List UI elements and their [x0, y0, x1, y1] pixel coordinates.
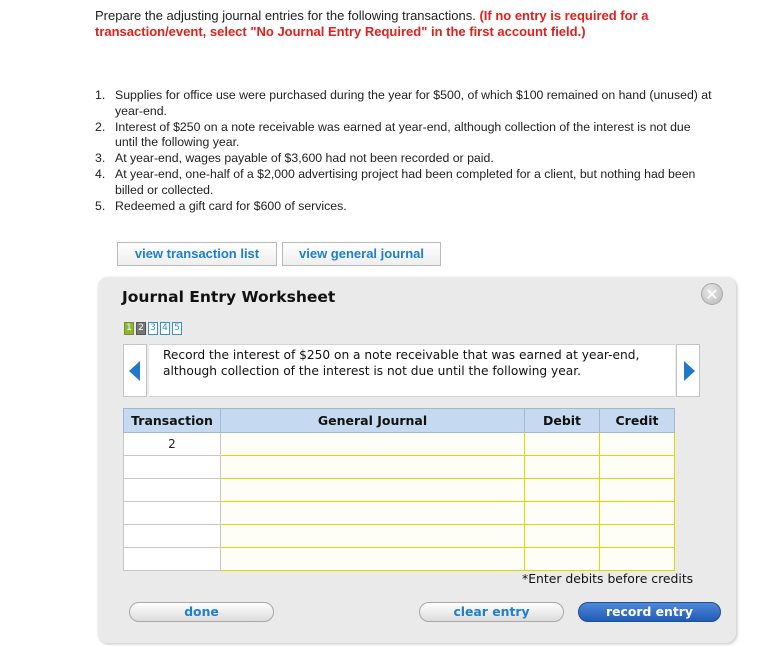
previous-arrow-button[interactable]: [123, 344, 147, 397]
transaction-cell: [123, 501, 221, 525]
next-arrow-button[interactable]: [676, 344, 700, 397]
debits-before-credits-hint: *Enter debits before credits: [522, 571, 694, 586]
general-journal-column-header: General Journal: [220, 408, 525, 433]
transaction-list: 1. Supplies for office use were purchased…: [95, 88, 715, 214]
account-field[interactable]: [220, 432, 525, 456]
list-item: 2. Interest of $250 on a note receivable …: [95, 119, 691, 150]
entry-prompt: Record the interest of $250 on a note re…: [149, 344, 675, 397]
page-4-button[interactable]: 4: [160, 322, 170, 335]
transaction-cell: 2: [123, 432, 221, 456]
transaction-cell: [123, 455, 221, 479]
page-3-button[interactable]: 3: [148, 322, 158, 335]
debit-field[interactable]: [524, 524, 600, 548]
transaction-cell: [123, 478, 221, 502]
journal-entry-worksheet: Journal Entry Worksheet ✕ 1 2 3 4 5 Reco…: [98, 277, 736, 643]
credit-field[interactable]: [599, 524, 675, 548]
table-header-row: Transaction General Journal Debit Credit: [123, 408, 675, 433]
instructions: Prepare the adjusting journal entries fo…: [95, 8, 715, 40]
worksheet-title: Journal Entry Worksheet: [122, 288, 336, 306]
journal-table: Transaction General Journal Debit Credit…: [123, 408, 675, 571]
debit-field[interactable]: [524, 455, 600, 479]
page-indicator: 1 2 3 4 5: [124, 322, 182, 335]
record-entry-button[interactable]: record entry: [578, 602, 721, 622]
table-row: [123, 501, 675, 525]
close-icon[interactable]: ✕: [701, 283, 723, 305]
transaction-column-header: Transaction: [123, 408, 221, 433]
debit-field[interactable]: [524, 501, 600, 525]
debit-column-header: Debit: [524, 408, 600, 433]
credit-field[interactable]: [599, 501, 675, 525]
transaction-cell: [123, 547, 221, 571]
credit-field[interactable]: [599, 432, 675, 456]
table-row: [123, 547, 675, 571]
account-field[interactable]: [220, 524, 525, 548]
page-5-button[interactable]: 5: [172, 322, 182, 335]
page-1-button[interactable]: 1: [124, 322, 134, 335]
done-button[interactable]: done: [129, 602, 274, 622]
account-field[interactable]: [220, 547, 525, 571]
transaction-cell: [123, 524, 221, 548]
view-general-journal-button[interactable]: view general journal: [282, 242, 441, 266]
instructions-text: Prepare the adjusting journal entries fo…: [95, 8, 480, 23]
arrow-right-icon: [684, 361, 695, 381]
list-item: 3. At year-end, wages payable of $3,600 h…: [95, 151, 494, 166]
credit-column-header: Credit: [599, 408, 675, 433]
debit-field[interactable]: [524, 478, 600, 502]
clear-entry-button[interactable]: clear entry: [419, 602, 564, 622]
account-field[interactable]: [220, 501, 525, 525]
list-item: 1. Supplies for office use were purchased…: [95, 88, 712, 118]
table-row: [123, 478, 675, 502]
table-row: 2: [123, 432, 675, 456]
debit-field[interactable]: [524, 547, 600, 571]
credit-field[interactable]: [599, 547, 675, 571]
table-row: [123, 524, 675, 548]
list-item: 4. At year-end, one-half of a $2,000 adve…: [95, 166, 696, 197]
debit-field[interactable]: [524, 432, 600, 456]
page-2-button[interactable]: 2: [136, 322, 146, 335]
list-item: 5. Redeemed a gift card for $600 of servi…: [95, 198, 347, 213]
arrow-left-icon: [129, 361, 140, 381]
account-field[interactable]: [220, 478, 525, 502]
credit-field[interactable]: [599, 455, 675, 479]
view-transaction-list-button[interactable]: view transaction list: [117, 242, 277, 266]
credit-field[interactable]: [599, 478, 675, 502]
table-row: [123, 455, 675, 479]
account-field[interactable]: [220, 455, 525, 479]
